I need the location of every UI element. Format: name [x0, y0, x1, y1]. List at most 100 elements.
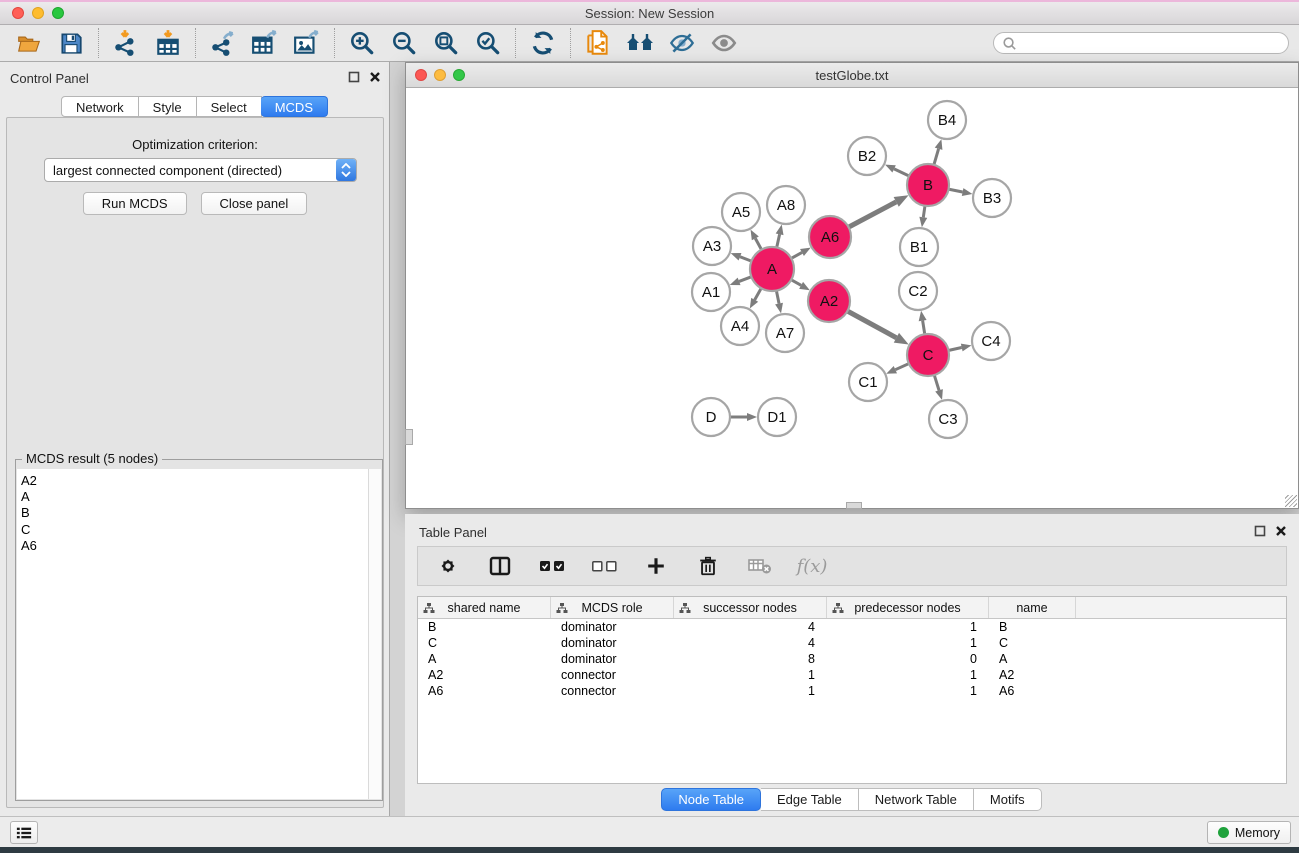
- table-cell[interactable]: A2: [989, 667, 1076, 683]
- table-cell[interactable]: dominator: [551, 635, 674, 651]
- tab-motifs[interactable]: Motifs: [974, 788, 1042, 811]
- graph-node-B1[interactable]: B1: [900, 228, 938, 266]
- table-cell[interactable]: C: [989, 635, 1076, 651]
- column-header-name[interactable]: name: [989, 597, 1076, 618]
- table-cell[interactable]: dominator: [551, 651, 674, 667]
- graph-node-C3[interactable]: C3: [929, 400, 967, 438]
- export-image-icon[interactable]: [292, 28, 322, 58]
- table-cell[interactable]: A: [418, 651, 551, 667]
- run-mcds-button[interactable]: Run MCDS: [83, 192, 187, 215]
- table-cell[interactable]: 1: [827, 667, 989, 683]
- select-all-icon[interactable]: [538, 552, 566, 580]
- table-cell[interactable]: C: [418, 635, 551, 651]
- table-cell[interactable]: connector: [551, 667, 674, 683]
- graph-node-B4[interactable]: B4: [928, 101, 966, 139]
- network-window-titlebar[interactable]: testGlobe.txt: [406, 63, 1298, 88]
- column-header-shared-name[interactable]: shared name: [418, 597, 551, 618]
- save-session-icon[interactable]: [56, 28, 86, 58]
- tab-style[interactable]: Style: [139, 96, 197, 117]
- tab-select[interactable]: Select: [197, 96, 262, 117]
- search-field[interactable]: [993, 32, 1289, 54]
- graph-node-A1[interactable]: A1: [692, 273, 730, 311]
- table-cell[interactable]: dominator: [551, 619, 674, 635]
- graph-node-A2[interactable]: A2: [808, 280, 850, 322]
- table-cell[interactable]: 0: [827, 651, 989, 667]
- table-cell[interactable]: B: [989, 619, 1076, 635]
- close-panel-icon[interactable]: [369, 71, 381, 83]
- tab-mcds[interactable]: MCDS: [261, 96, 328, 117]
- export-network-icon[interactable]: [208, 28, 238, 58]
- table-cell[interactable]: 1: [827, 619, 989, 635]
- table-cell[interactable]: A2: [418, 667, 551, 683]
- tab-network-table[interactable]: Network Table: [859, 788, 974, 811]
- graph-node-C2[interactable]: C2: [899, 272, 937, 310]
- table-row[interactable]: Cdominator41C: [418, 635, 1286, 651]
- canvas-bottom-grip[interactable]: [846, 502, 862, 509]
- table-cell[interactable]: 1: [827, 635, 989, 651]
- table-row[interactable]: A6connector11A6: [418, 683, 1286, 699]
- close-panel-button[interactable]: Close panel: [201, 192, 308, 215]
- result-list-item[interactable]: A: [21, 489, 368, 505]
- result-list-item[interactable]: B: [21, 505, 368, 521]
- show-columns-icon[interactable]: [486, 552, 514, 580]
- new-network-from-selection-icon[interactable]: [583, 28, 613, 58]
- table-cell[interactable]: 8: [674, 651, 827, 667]
- graph-node-B[interactable]: B: [907, 164, 949, 206]
- graph-node-A6[interactable]: A6: [809, 216, 851, 258]
- table-cell[interactable]: A: [989, 651, 1076, 667]
- float-panel-icon[interactable]: [1254, 525, 1266, 537]
- graph-node-C[interactable]: C: [907, 334, 949, 376]
- table-cell[interactable]: 4: [674, 635, 827, 651]
- memory-button[interactable]: Memory: [1207, 821, 1291, 844]
- graph-node-A[interactable]: A: [750, 247, 794, 291]
- tab-node-table[interactable]: Node Table: [661, 788, 761, 811]
- graph-node-B3[interactable]: B3: [973, 179, 1011, 217]
- table-cell[interactable]: A6: [989, 683, 1076, 699]
- close-panel-icon[interactable]: [1275, 525, 1287, 537]
- table-row[interactable]: A2connector11A2: [418, 667, 1286, 683]
- delete-columns-icon[interactable]: [694, 552, 722, 580]
- import-table-icon[interactable]: [153, 28, 183, 58]
- first-neighbors-icon[interactable]: [625, 28, 655, 58]
- graph-node-A7[interactable]: A7: [766, 314, 804, 352]
- window-resize-grip[interactable]: [1285, 495, 1297, 507]
- hide-selected-icon[interactable]: [667, 28, 697, 58]
- network-graph[interactable]: AA1A2A3A4A5A6A7A8BB1B2B3B4CC1C2C3C4DD1: [406, 88, 1298, 508]
- import-network-icon[interactable]: [111, 28, 141, 58]
- column-header-successor-nodes[interactable]: successor nodes: [674, 597, 827, 618]
- result-list-item[interactable]: C: [21, 522, 368, 538]
- graph-node-A4[interactable]: A4: [721, 307, 759, 345]
- table-row[interactable]: Bdominator41B: [418, 619, 1286, 635]
- delete-table-icon[interactable]: [746, 552, 774, 580]
- table-cell[interactable]: 1: [674, 683, 827, 699]
- graph-node-C4[interactable]: C4: [972, 322, 1010, 360]
- graph-node-D[interactable]: D: [692, 398, 730, 436]
- graph-node-C1[interactable]: C1: [849, 363, 887, 401]
- column-header-MCDS-role[interactable]: MCDS role: [551, 597, 674, 618]
- create-column-icon[interactable]: [642, 552, 670, 580]
- tab-network[interactable]: Network: [61, 96, 139, 117]
- graph-node-A8[interactable]: A8: [767, 186, 805, 224]
- criterion-dropdown[interactable]: largest connected component (directed): [44, 158, 357, 182]
- search-input[interactable]: [1018, 36, 1268, 50]
- table-cell[interactable]: B: [418, 619, 551, 635]
- table-cell[interactable]: A6: [418, 683, 551, 699]
- mcds-result-list[interactable]: A2ABCA6: [17, 469, 368, 799]
- tab-edge-table[interactable]: Edge Table: [761, 788, 859, 811]
- float-panel-icon[interactable]: [348, 71, 360, 83]
- table-options-icon[interactable]: [434, 552, 462, 580]
- table-row[interactable]: Adominator80A: [418, 651, 1286, 667]
- canvas-left-grip[interactable]: [405, 429, 413, 445]
- zoom-in-icon[interactable]: [347, 28, 377, 58]
- graph-node-A5[interactable]: A5: [722, 193, 760, 231]
- zoom-fit-icon[interactable]: [431, 28, 461, 58]
- show-all-icon[interactable]: [709, 28, 739, 58]
- graph-node-B2[interactable]: B2: [848, 137, 886, 175]
- show-panels-button[interactable]: [10, 821, 38, 844]
- graph-node-D1[interactable]: D1: [758, 398, 796, 436]
- table-cell[interactable]: connector: [551, 683, 674, 699]
- deselect-all-icon[interactable]: [590, 552, 618, 580]
- network-canvas[interactable]: AA1A2A3A4A5A6A7A8BB1B2B3B4CC1C2C3C4DD1: [406, 88, 1298, 508]
- table-cell[interactable]: 1: [827, 683, 989, 699]
- result-list-item[interactable]: A2: [21, 473, 368, 489]
